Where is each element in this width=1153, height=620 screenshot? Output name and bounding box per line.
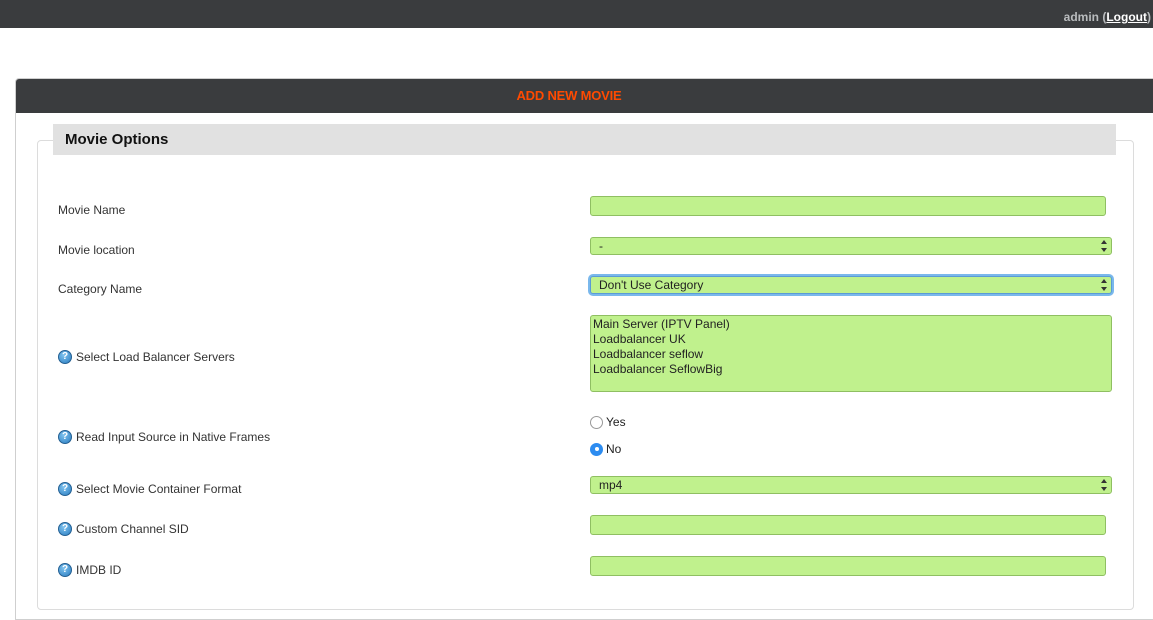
movie-location-label-text: Movie location: [58, 243, 135, 257]
imdb-id-label-text: IMDB ID: [76, 563, 122, 577]
radio-no-label: No: [606, 442, 622, 456]
category-name-select[interactable]: Don't Use Category: [590, 276, 1112, 294]
native-frames-no-option[interactable]: No: [590, 442, 621, 456]
custom-sid-label-text: Custom Channel SID: [76, 522, 189, 536]
movie-location-label: Movie location: [58, 243, 135, 257]
custom-sid-input[interactable]: [590, 515, 1106, 535]
question-circle-icon[interactable]: ?: [58, 350, 72, 364]
container-format-label-text: Select Movie Container Format: [76, 482, 242, 496]
question-circle-icon[interactable]: ?: [58, 522, 72, 536]
movie-options-legend: Movie Options: [53, 124, 1116, 155]
username: admin: [1063, 10, 1099, 24]
question-circle-icon[interactable]: ?: [58, 563, 72, 577]
native-frames-yes-option[interactable]: Yes: [590, 415, 626, 429]
question-circle-icon[interactable]: ?: [58, 430, 72, 444]
updown-arrows-icon: [1101, 279, 1108, 291]
load-balancer-label: ? Select Load Balancer Servers: [58, 350, 235, 364]
category-name-label: Category Name: [58, 282, 142, 296]
category-name-value: Don't Use Category: [599, 278, 704, 292]
load-balancer-listbox[interactable]: Main Server (IPTV Panel) Loadbalancer UK…: [590, 315, 1112, 392]
section-title: Movie Options: [65, 131, 169, 148]
list-item[interactable]: Loadbalancer seflow: [593, 347, 1109, 362]
container-format-select[interactable]: mp4: [590, 476, 1112, 494]
updown-arrows-icon: [1101, 479, 1108, 491]
list-item[interactable]: Loadbalancer SeflowBig: [593, 362, 1109, 377]
list-item[interactable]: Loadbalancer UK: [593, 332, 1109, 347]
top-bar: admin (Logout): [0, 0, 1153, 28]
updown-arrows-icon: [1101, 240, 1108, 252]
movie-location-select[interactable]: -: [590, 237, 1112, 255]
movie-name-input[interactable]: [590, 196, 1106, 216]
user-info: admin (Logout): [1063, 10, 1151, 24]
movie-name-label-text: Movie Name: [58, 203, 126, 217]
question-circle-icon[interactable]: ?: [58, 482, 72, 496]
movie-location-value: -: [599, 239, 603, 253]
logout-link[interactable]: Logout: [1106, 10, 1147, 24]
panel-header: ADD NEW MOVIE: [16, 79, 1153, 113]
load-balancer-label-text: Select Load Balancer Servers: [76, 350, 235, 364]
add-movie-panel: ADD NEW MOVIE Movie Options Movie Name M…: [15, 78, 1153, 620]
radio-no[interactable]: [590, 442, 603, 456]
category-name-label-text: Category Name: [58, 282, 143, 296]
radio-yes-label: Yes: [606, 415, 626, 429]
list-item[interactable]: Main Server (IPTV Panel): [593, 317, 1109, 332]
native-frames-label: ? Read Input Source in Native Frames: [58, 430, 270, 444]
imdb-id-label: ? IMDB ID: [58, 563, 121, 577]
imdb-id-input[interactable]: [590, 556, 1106, 576]
movie-name-label: Movie Name: [58, 203, 125, 217]
panel-title: ADD NEW MOVIE: [516, 88, 622, 103]
container-format-label: ? Select Movie Container Format: [58, 482, 241, 496]
custom-sid-label: ? Custom Channel SID: [58, 522, 189, 536]
container-format-value: mp4: [599, 478, 623, 492]
radio-yes[interactable]: [590, 415, 603, 429]
native-frames-label-text: Read Input Source in Native Frames: [76, 430, 271, 444]
